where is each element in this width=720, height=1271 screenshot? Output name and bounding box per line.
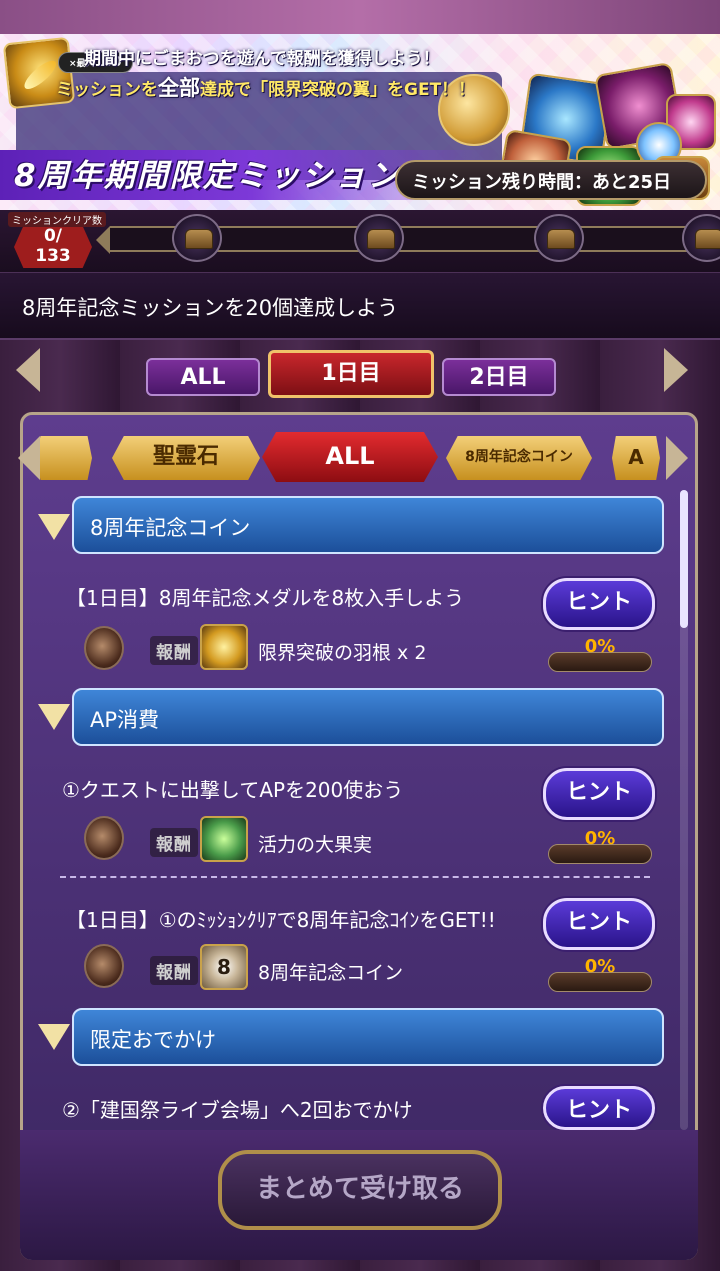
banner-line-2: ミッションを全部達成で「限界突破の翼」をGET！！ xyxy=(56,76,476,100)
mission-text: 【1日目】①のﾐｯｼｮﾝｸﾘｱで8周年記念ｺｲﾝをGET!! xyxy=(66,908,496,932)
collect-all-button[interactable]: まとめて受け取る xyxy=(218,1150,502,1230)
progress-percent: 0% xyxy=(584,828,616,849)
hint-button[interactable]: ヒント xyxy=(543,768,655,820)
reward-chest-icon[interactable] xyxy=(534,214,584,262)
collapse-triangle-icon[interactable] xyxy=(38,1024,70,1050)
reward-text: 限界突破の羽根 x 2 xyxy=(258,642,427,664)
tab-day-2[interactable]: 2日目 xyxy=(442,358,556,396)
banner-line-1: 期間中にごまおつを遊んで報酬を獲得しよう！ xyxy=(84,49,440,69)
reward-chest-icon[interactable] xyxy=(172,214,222,262)
banner-title: 8周年期間限定ミッション xyxy=(14,158,401,194)
next-filter-arrow-icon[interactable] xyxy=(666,436,688,480)
mission-text: 【1日目】8周年記念メダルを8枚入手しよう xyxy=(66,586,465,610)
filter-tab-anniversary-coin[interactable]: 8周年記念コイン xyxy=(446,436,592,480)
reward-chest-icon[interactable] xyxy=(354,214,404,262)
filter-tab-next[interactable]: A xyxy=(612,436,660,480)
time-remaining-text: ミッション残り時間：あと25日 xyxy=(412,172,672,193)
fruit-reward-icon xyxy=(200,816,248,862)
scroll-thumb[interactable] xyxy=(680,490,688,628)
filter-tab-all[interactable]: ALL xyxy=(262,432,438,482)
hint-button[interactable]: ヒント xyxy=(543,578,655,630)
filter-tab-seireiseki[interactable]: 聖霊石 xyxy=(112,436,260,480)
category-header[interactable] xyxy=(72,688,664,746)
dashed-divider xyxy=(60,876,650,878)
reward-label: 報酬 xyxy=(150,636,198,665)
reward-label: 報酬 xyxy=(150,828,198,857)
medal-icon xyxy=(84,944,124,988)
category-label: 限定おでかけ xyxy=(90,1028,216,1052)
tab-day-1[interactable]: 1日目 xyxy=(268,350,434,398)
prev-filter-arrow-icon[interactable] xyxy=(18,436,40,480)
medal-icon xyxy=(84,816,124,860)
reward-label: 報酬 xyxy=(150,956,198,985)
clear-count-label: ミッションクリア数 xyxy=(8,212,106,227)
reward-text: 活力の大果実 xyxy=(258,834,373,856)
progress-percent: 0% xyxy=(584,956,616,977)
clear-count: 0/133 xyxy=(35,226,71,266)
mission-text: ②「建国祭ライブ会場」へ2回おでかけ xyxy=(62,1098,413,1122)
tab-day-all[interactable]: ALL xyxy=(146,358,260,396)
filter-tab-partial[interactable] xyxy=(36,436,92,480)
collapse-triangle-icon[interactable] xyxy=(38,704,70,730)
hint-button[interactable]: ヒント xyxy=(543,898,655,950)
mission-text: ①クエストに出撃してAPを200使おう xyxy=(62,778,404,802)
reward-text: 8周年記念コイン xyxy=(258,962,404,984)
feather-reward-icon xyxy=(200,624,248,670)
next-day-arrow-icon[interactable] xyxy=(664,348,688,392)
medal-icon xyxy=(84,626,124,670)
hint-button[interactable]: ヒント xyxy=(543,1086,655,1130)
category-label: 8周年記念コイン xyxy=(90,516,251,540)
prev-day-arrow-icon[interactable] xyxy=(16,348,40,392)
collapse-triangle-icon[interactable] xyxy=(38,514,70,540)
top-strip xyxy=(0,0,720,34)
coin-reward-icon: 8 xyxy=(200,944,248,990)
category-label: AP消費 xyxy=(90,708,160,732)
mission-header-title: 8周年記念ミッションを20個達成しよう xyxy=(22,296,399,320)
progress-percent: 0% xyxy=(584,636,616,657)
